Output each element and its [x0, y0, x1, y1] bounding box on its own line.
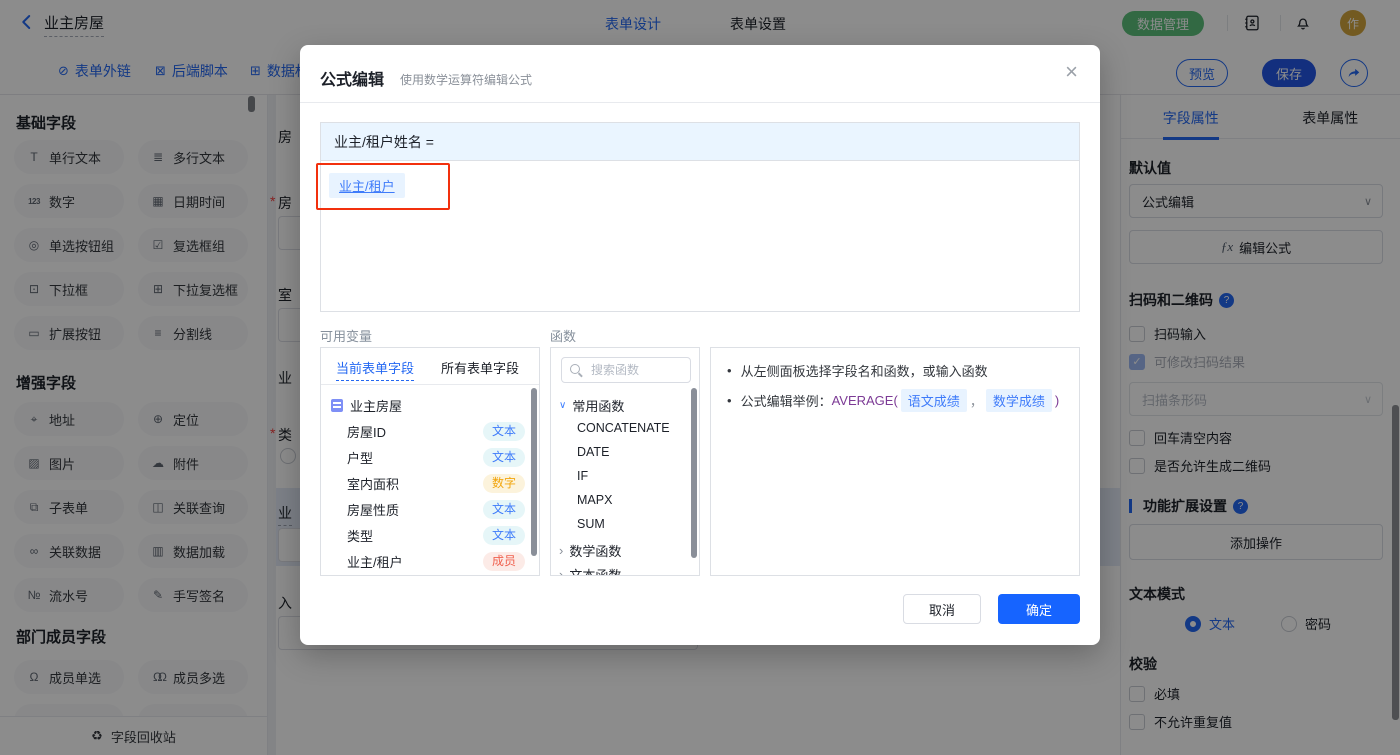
close-icon[interactable]: × [1065, 61, 1078, 83]
annotation-red-box [316, 163, 450, 210]
variable-item[interactable]: 房屋性质 [347, 498, 399, 520]
help-example-comma: ， [969, 394, 983, 409]
type-badge-text: 文本 [482, 422, 525, 441]
function-item[interactable]: SUM [577, 517, 605, 531]
functions-panel: ∨ 常用函数 CONCATENATE DATE IF MAPX SUM › 数学… [550, 347, 700, 576]
variable-item[interactable]: 类型 [347, 524, 373, 546]
function-group-label: 文本函数 [569, 567, 622, 576]
functions-label: 函数 [550, 329, 577, 344]
variable-item[interactable]: 业主/租户 [347, 550, 403, 572]
form-name: 业主房屋 [350, 398, 403, 414]
app-window: 业主房屋 表单设计 表单设置 数据管理 作 ⊘ 表单外链 ⊠ 后端脚本 ⊞ 数据… [0, 0, 1400, 755]
tab-current-form-fields[interactable]: 当前表单字段 [336, 358, 415, 381]
dialog-divider [300, 102, 1100, 103]
bullet-icon: • [727, 363, 732, 378]
function-item[interactable]: DATE [577, 445, 609, 459]
confirm-button[interactable]: 确定 [998, 594, 1080, 624]
help-tip-1: • 从左侧面板选择字段名和函数，或输入函数 [727, 361, 988, 380]
variables-scrollbar-thumb[interactable] [531, 388, 537, 556]
function-group-textfn[interactable]: › 文本函数 [559, 563, 621, 576]
tab-all-form-fields[interactable]: 所有表单字段 [441, 358, 519, 377]
function-search-input[interactable] [589, 362, 674, 378]
type-badge-text: 文本 [482, 526, 525, 545]
function-group-label: 常用函数 [572, 398, 625, 414]
chevron-closed-icon: › [559, 542, 564, 558]
help-example-arg1-chip: 语文成绩 [900, 389, 967, 412]
variables-tabs: 当前表单字段 所有表单字段 [321, 348, 539, 385]
dialog-title: 公式编辑 [320, 72, 385, 89]
function-group-common[interactable]: ∨ 常用函数 [559, 394, 624, 416]
formula-target-text: 业主/租户姓名 = [334, 133, 434, 150]
cancel-button[interactable]: 取消 [903, 594, 981, 624]
bullet-icon: • [727, 393, 732, 408]
function-item[interactable]: IF [577, 469, 588, 483]
function-search[interactable] [561, 357, 691, 383]
function-item[interactable]: MAPX [577, 493, 612, 507]
chevron-closed-icon: › [559, 566, 564, 576]
variable-item[interactable]: 室内面积 [347, 472, 399, 494]
formula-editor[interactable]: 业主/租户姓名 = [320, 122, 1080, 312]
functions-scrollbar-thumb[interactable] [691, 388, 697, 558]
variables-label: 可用变量 [320, 329, 373, 344]
form-tree-root[interactable]: 业主房屋 [331, 394, 402, 416]
type-badge-text: 文本 [482, 500, 525, 519]
variable-item[interactable]: 房屋ID [347, 420, 386, 442]
type-badge-member: 成员 [482, 552, 525, 571]
help-example-close-paren: ) [1054, 393, 1060, 408]
formula-target-bar: 业主/租户姓名 = [321, 123, 1079, 161]
search-icon [570, 363, 583, 377]
dialog-subtitle: 使用数学运算符编辑公式 [400, 73, 533, 87]
formula-edit-dialog: 公式编辑 使用数学运算符编辑公式 × 业主/租户姓名 = 业主/租户 可用变量 … [300, 45, 1100, 645]
help-example-function: AVERAGE( [831, 393, 898, 408]
form-doc-icon [331, 398, 343, 412]
help-example-arg2-chip: 数学成绩 [985, 389, 1052, 412]
help-example-prefix: 公式编辑举例： [740, 394, 832, 409]
function-item[interactable]: CONCATENATE [577, 421, 670, 435]
variables-panel: 当前表单字段 所有表单字段 业主房屋 房屋ID 文本 户型 文本 室内面积 数字… [320, 347, 540, 576]
function-group-label: 数学函数 [569, 543, 622, 559]
help-tip-2: • 公式编辑举例： AVERAGE( 语文成绩 ， 数学成绩 ) [727, 389, 1059, 412]
chevron-open-icon: ∨ [559, 399, 567, 411]
function-group-math[interactable]: › 数学函数 [559, 539, 621, 561]
help-panel: • 从左侧面板选择字段名和函数，或输入函数 • 公式编辑举例： AVERAGE(… [710, 347, 1080, 576]
variable-item[interactable]: 户型 [347, 446, 373, 468]
type-badge-number: 数字 [482, 474, 525, 493]
type-badge-text: 文本 [482, 448, 525, 467]
help-tip-text: 从左侧面板选择字段名和函数，或输入函数 [740, 364, 988, 379]
